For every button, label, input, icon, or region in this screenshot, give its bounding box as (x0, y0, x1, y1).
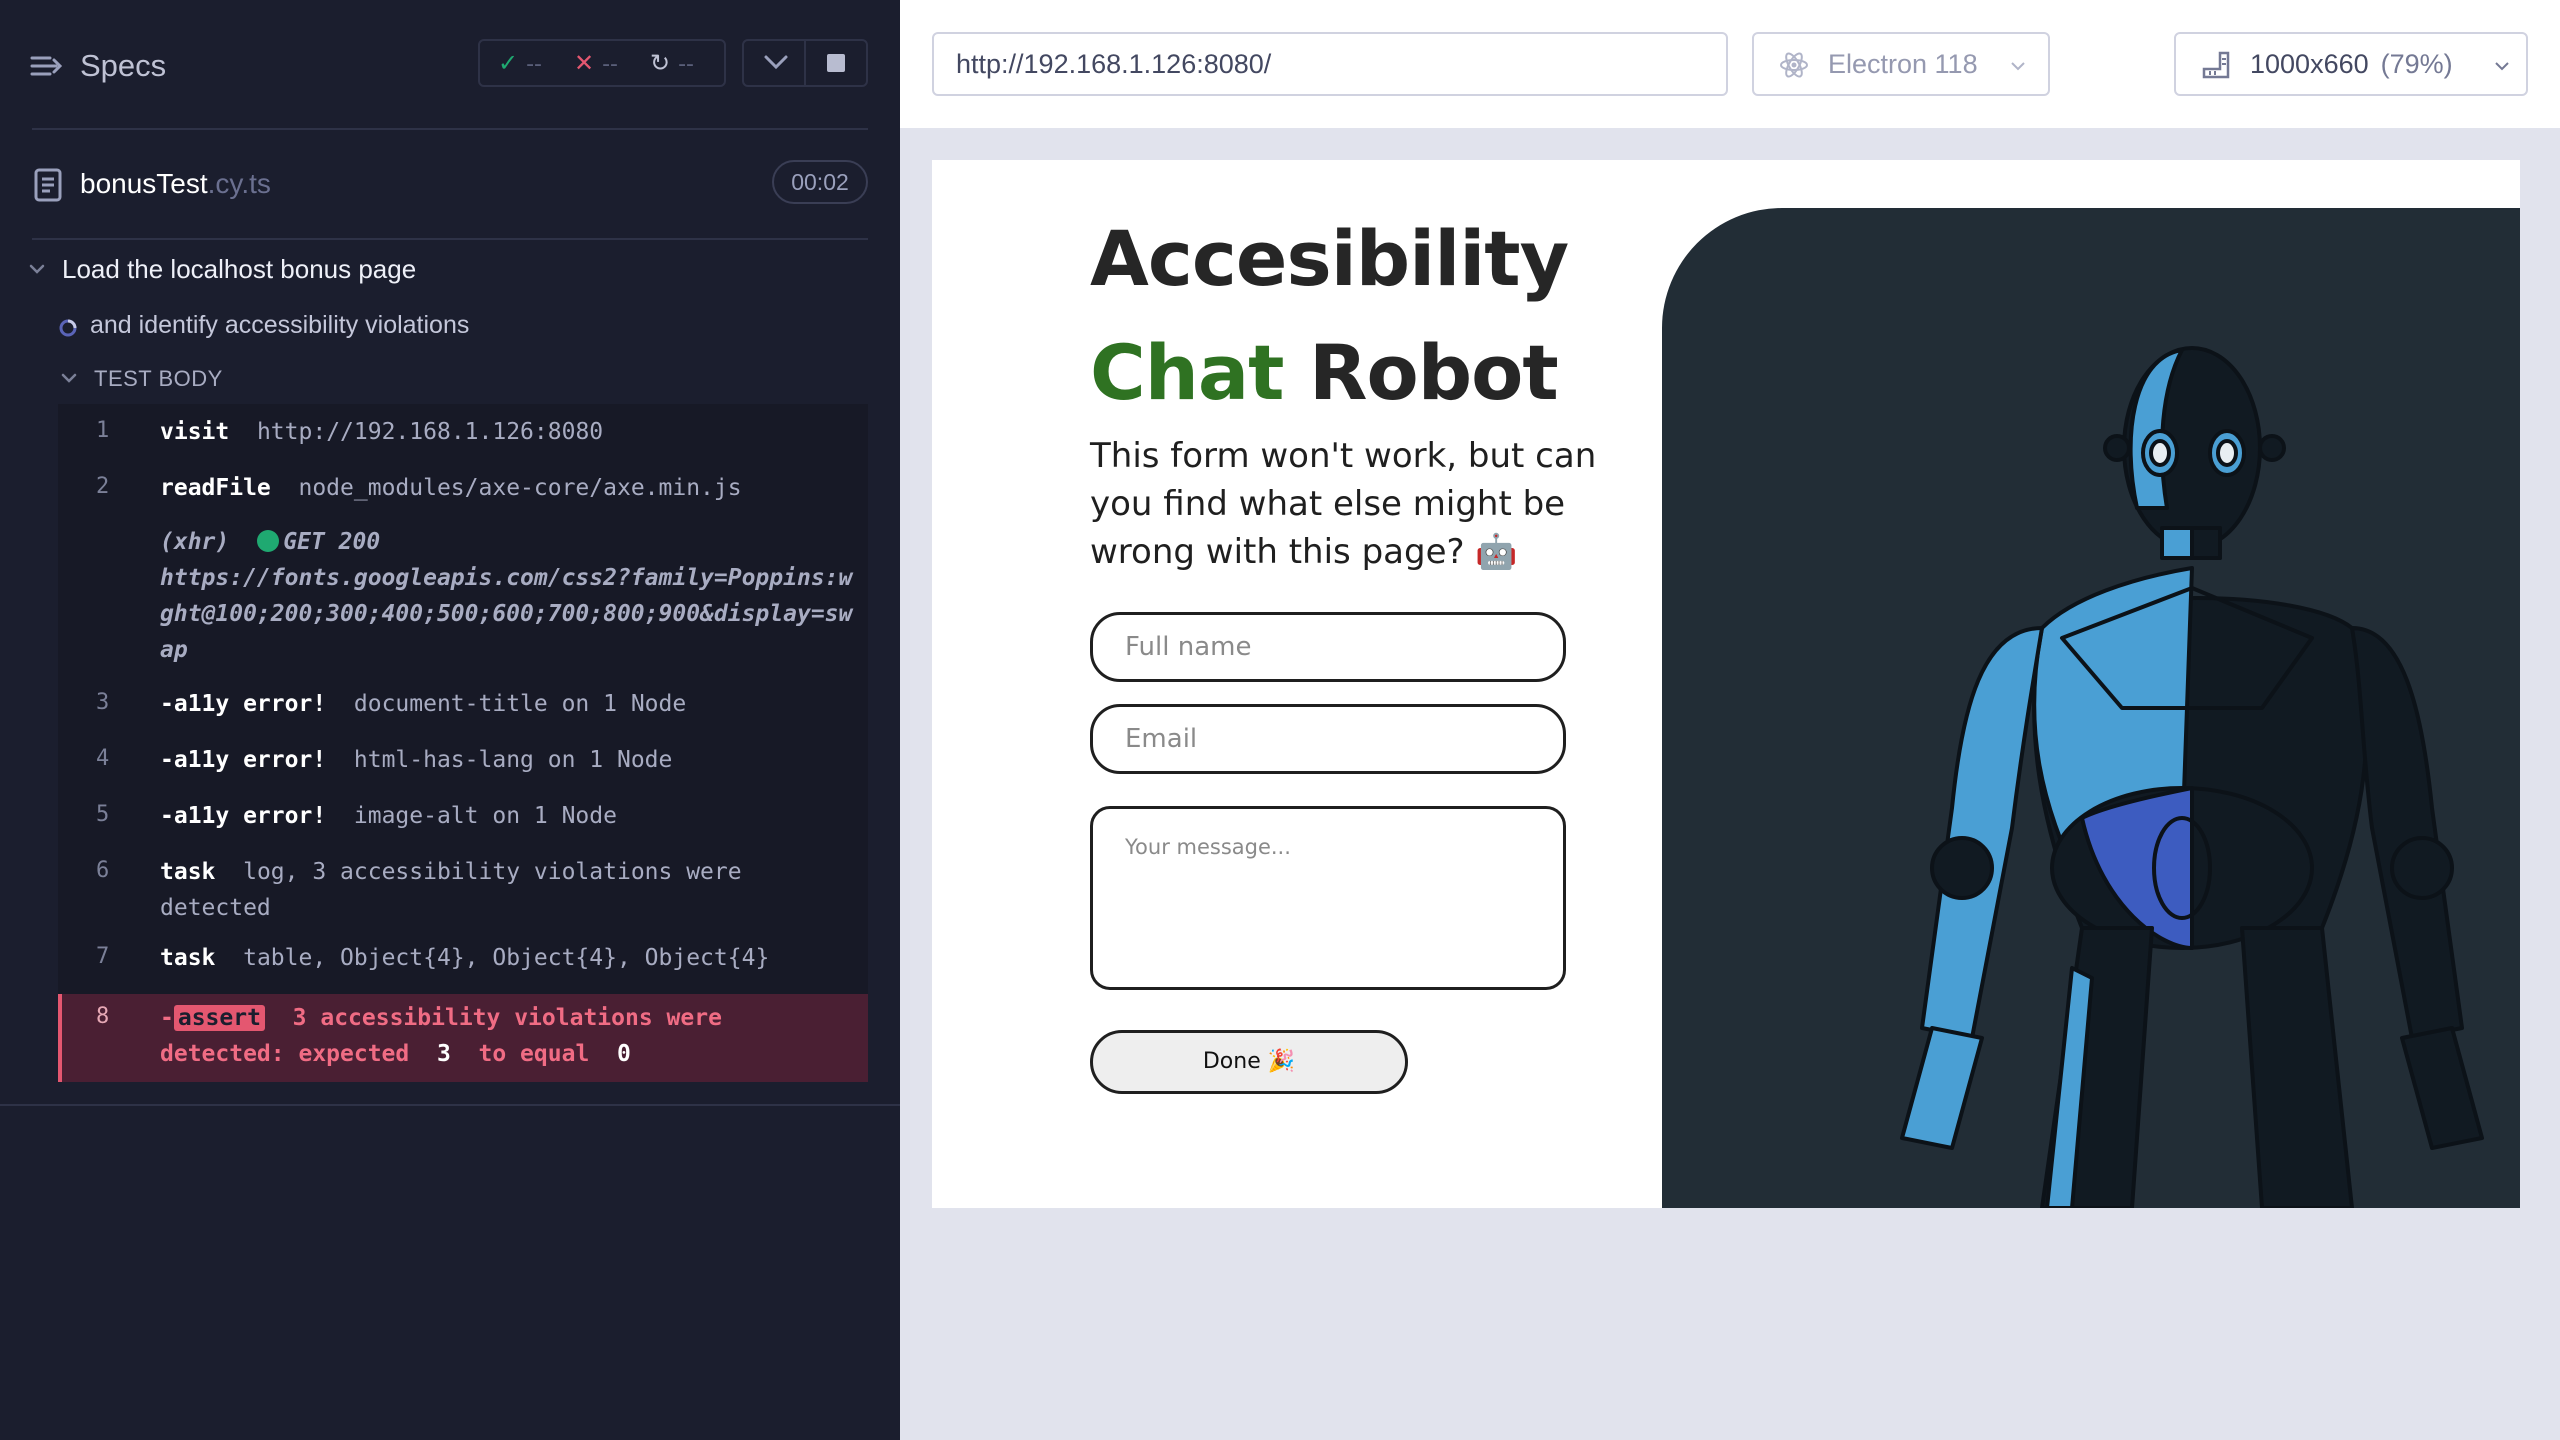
stop-button[interactable] (804, 39, 868, 87)
viewport-selector[interactable]: 1000x660 (79%) (2174, 32, 2528, 96)
chevron-down-icon (2011, 62, 2025, 71)
command-row[interactable]: 1 visit http://192.168.1.126:8080 (58, 414, 868, 458)
ruler-icon (2202, 51, 2230, 79)
message-textarea[interactable]: Your message... (1090, 806, 1566, 990)
page-subtitle: This form won't work, but can you find w… (1090, 436, 1597, 572)
command-row[interactable]: 4 -a11y error! html-has-lang on 1 Node (58, 742, 868, 786)
command-row[interactable]: 5 -a11y error! image-alt on 1 Node (58, 798, 868, 842)
aut-header: http://192.168.1.126:8080/ Electron 118 … (900, 0, 2560, 128)
stop-icon (827, 54, 845, 72)
command-row[interactable]: 3 -a11y error! document-title on 1 Node (58, 686, 868, 730)
pending-stat: ↻ -- (650, 49, 694, 77)
specs-list-icon[interactable] (30, 50, 64, 82)
spec-file-name: bonusTest.cy.ts (80, 168, 271, 199)
robot-illustration-panel (1662, 208, 2520, 1208)
chevron-down-icon[interactable] (26, 258, 48, 280)
expand-collapse-button[interactable] (742, 39, 806, 87)
passed-stat: ✓ -- (498, 49, 542, 77)
command-row[interactable]: 7 task table, Object{4}, Object{4}, Obje… (58, 940, 868, 984)
test-body-label[interactable]: TEST BODY (94, 366, 223, 392)
duration-badge: 00:02 (772, 160, 868, 204)
specs-label[interactable]: Specs (80, 48, 166, 84)
test-stats: ✓ -- ✕ -- ↻ -- (478, 39, 726, 87)
command-row[interactable]: 2 readFile node_modules/axe-core/axe.min… (58, 470, 868, 514)
status-dot-icon (257, 530, 280, 552)
electron-icon (1780, 52, 1808, 78)
divider (0, 1104, 900, 1106)
url-bar[interactable]: http://192.168.1.126:8080/ (932, 32, 1728, 96)
page-title-line1: Accesibility (1090, 214, 1569, 303)
divider (32, 238, 868, 240)
spinner-icon: ↻ (650, 49, 671, 77)
x-icon: ✕ (574, 49, 595, 77)
command-log-panel: Specs ✓ -- ✕ -- ↻ -- bonusTest.cy.ts 00:… (0, 0, 900, 1440)
robot-illustration (1900, 346, 2484, 1208)
chevron-down-icon (764, 55, 788, 70)
suite-title[interactable]: Load the localhost bonus page (62, 254, 416, 285)
document-icon (34, 168, 62, 202)
reporter-header: Specs ✓ -- ✕ -- ↻ -- (0, 0, 900, 128)
spec-file-row[interactable]: bonusTest.cy.ts 00:02 (0, 150, 900, 216)
check-icon: ✓ (498, 49, 519, 77)
done-button[interactable]: Done 🎉 (1090, 1030, 1408, 1094)
running-spinner-icon (59, 319, 77, 337)
app-under-test-frame: Accesibility Chat Robot This form won't … (932, 160, 2520, 1208)
command-row[interactable]: 6 task log, 3 accessibility violations w… (58, 854, 868, 928)
xhr-command-row[interactable]: (xhr) GET 200 https://fonts.googleapis.co… (58, 524, 868, 668)
email-input[interactable]: Email (1090, 704, 1566, 774)
assert-badge: assert (173, 1005, 265, 1031)
page-title-line2: Chat Robot (1090, 328, 1559, 417)
failed-stat: ✕ -- (574, 49, 618, 77)
divider (32, 128, 868, 130)
test-title[interactable]: and identify accessibility violations (90, 311, 469, 340)
chevron-down-icon (2495, 62, 2509, 71)
failed-assert-row[interactable]: 8 - assert 3 accessibility violations wer… (58, 994, 868, 1082)
chevron-down-icon[interactable] (58, 367, 80, 389)
browser-selector[interactable]: Electron 118 (1752, 32, 2050, 96)
command-list: 1 visit http://192.168.1.126:8080 2 read… (58, 404, 868, 1082)
full-name-input[interactable]: Full name (1090, 612, 1566, 682)
